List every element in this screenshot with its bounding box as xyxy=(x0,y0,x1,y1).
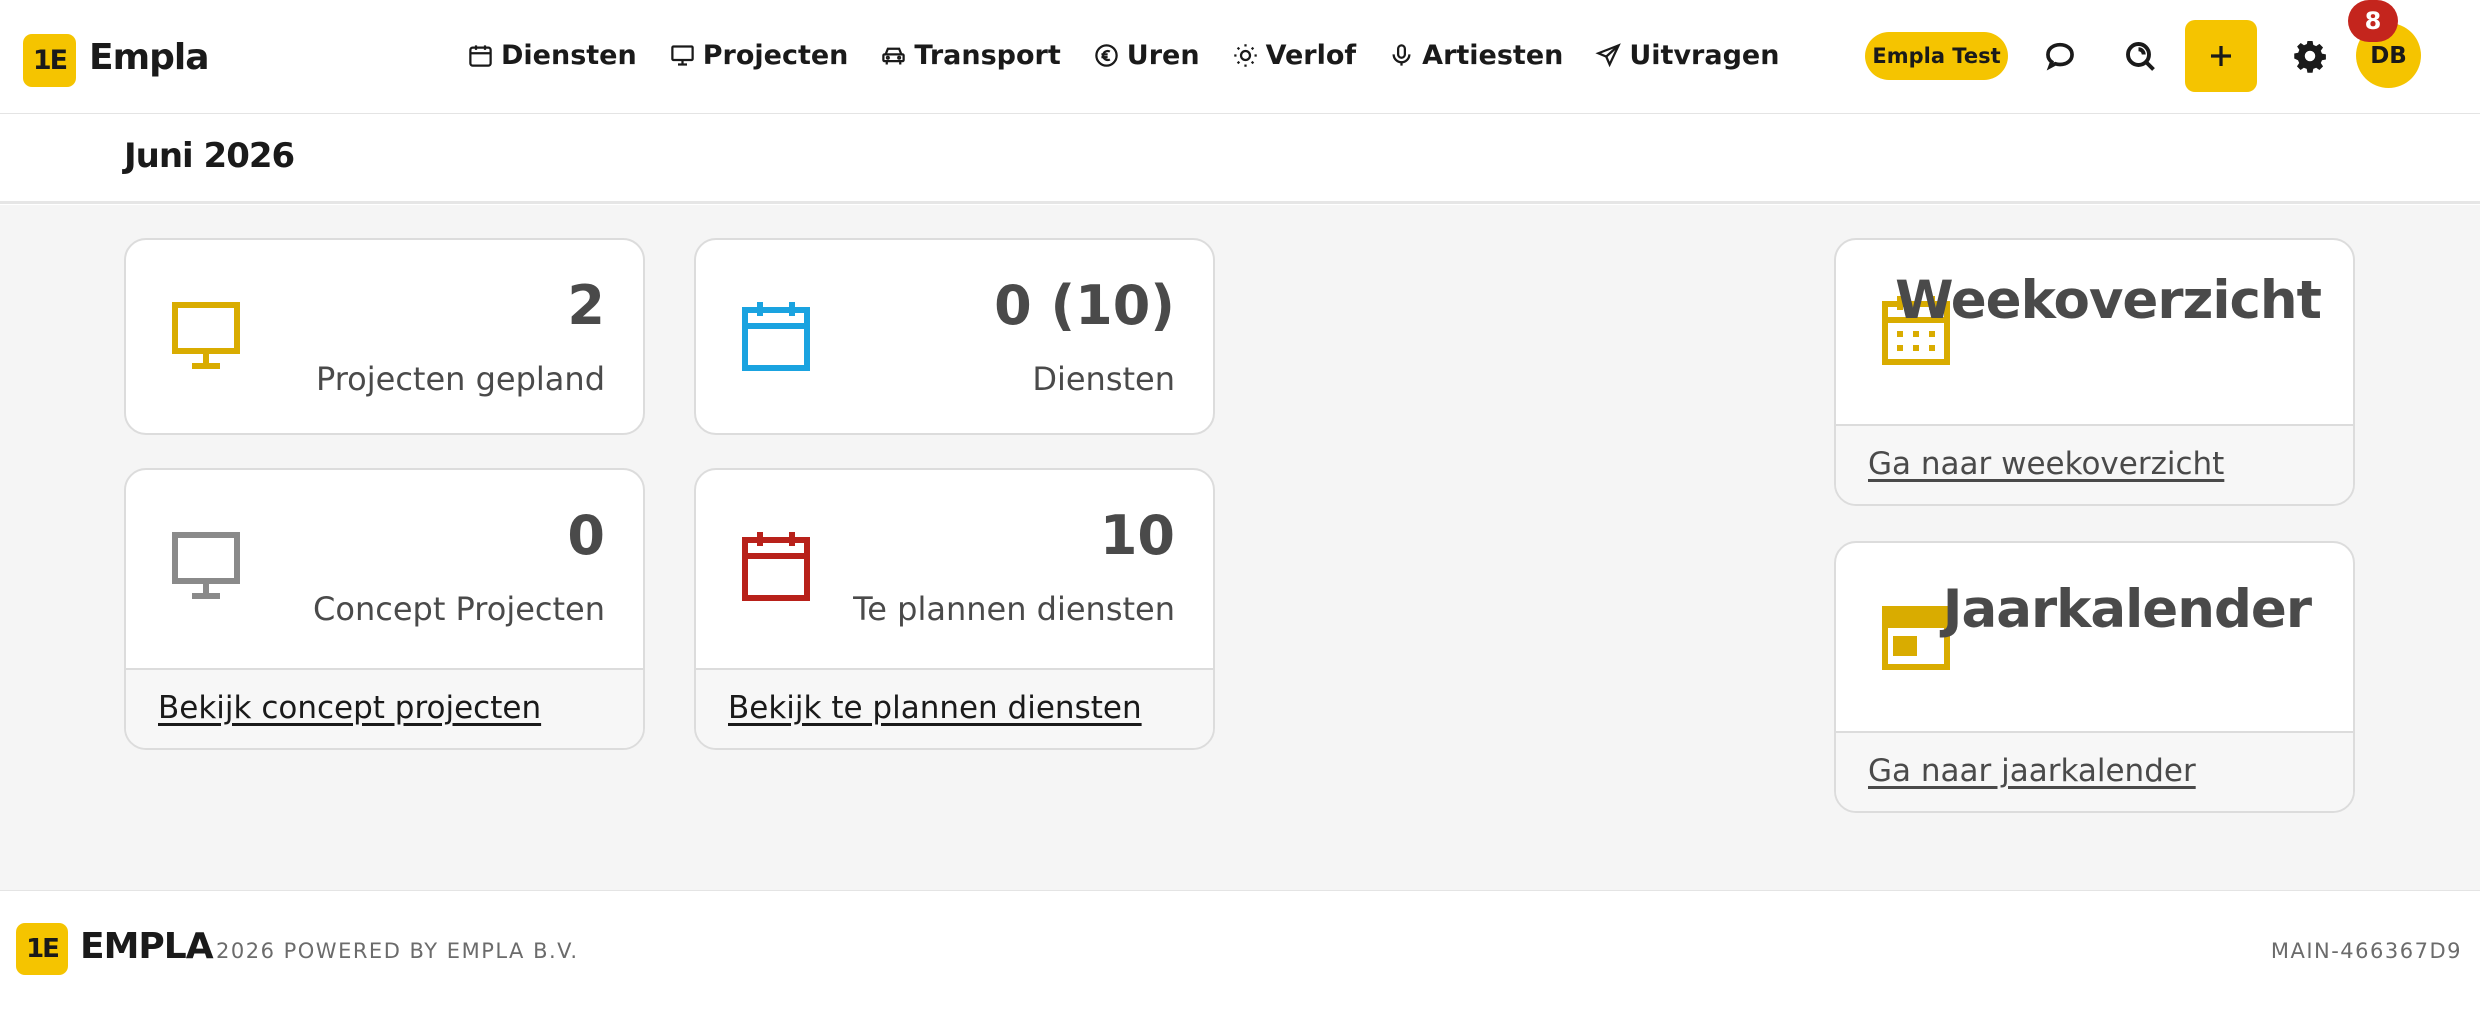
euro-icon xyxy=(1095,43,1118,67)
card-label: Diensten xyxy=(1032,360,1175,398)
card-label: Projecten gepland xyxy=(315,360,605,398)
card-concept-projects: 0 Concept Projecten Bekijk concept proje… xyxy=(124,468,645,750)
card-value: 0 xyxy=(567,504,605,567)
calendar-icon xyxy=(740,530,812,602)
brand-name[interactable]: Empla xyxy=(89,37,210,78)
chat-icon xyxy=(2046,42,2074,71)
car-icon xyxy=(882,47,906,64)
nav-label: Verlof xyxy=(1265,39,1357,71)
powered-by-text: 2026 POWERED BY EMPLA B.V. xyxy=(216,939,579,963)
sun-icon xyxy=(1233,43,1257,67)
card-value: 0 (10) xyxy=(994,274,1175,337)
settings-button[interactable] xyxy=(2287,33,2333,79)
go-to-week-overview-link[interactable]: Ga naar weekoverzicht xyxy=(1868,446,2224,482)
nav-item-artiesten[interactable]: Artiesten xyxy=(1388,40,1563,71)
nav-item-uitvragen[interactable]: Uitvragen xyxy=(1595,40,1779,71)
site-footer: 1E EMPLA 2026 POWERED BY EMPLA B.V. MAIN… xyxy=(0,890,2480,1023)
environment-badge[interactable]: Empla Test xyxy=(1865,32,2008,80)
dashboard: 2 Projecten gepland 0 (10) Diensten 0 Co… xyxy=(0,205,2480,890)
empla-logo[interactable]: 1E xyxy=(23,34,76,87)
nav-item-projecten[interactable]: Projecten xyxy=(669,39,849,71)
nav-item-diensten[interactable]: Diensten xyxy=(467,40,637,71)
card-body: Jaarkalender xyxy=(1836,543,2353,726)
card-year-calendar: Jaarkalender Ga naar jaarkalender xyxy=(1834,541,2355,813)
card-body: 0 Concept Projecten xyxy=(126,470,643,664)
card-body: 10 Te plannen diensten xyxy=(696,470,1213,664)
page-title: Juni 2026 xyxy=(124,136,295,176)
plus-icon xyxy=(2211,46,2231,66)
card-footer: Ga naar weekoverzicht xyxy=(1836,424,2353,504)
nav-item-uren[interactable]: Uren xyxy=(1093,40,1200,71)
search-icon xyxy=(2126,42,2155,71)
card-body: 0 (10) Diensten xyxy=(696,240,1213,433)
gear-icon xyxy=(2294,41,2326,73)
card-body: Weekoverzicht xyxy=(1836,240,2353,423)
version-label: MAIN-466367D9 xyxy=(2270,939,2462,963)
card-title: Jaarkalender xyxy=(1942,579,2312,640)
nav-label: Uren xyxy=(1126,39,1200,71)
card-services[interactable]: 0 (10) Diensten xyxy=(694,238,1215,435)
card-label: Te plannen diensten xyxy=(853,590,1175,628)
nav-label: Projecten xyxy=(702,39,849,71)
notification-badge[interactable]: 8 xyxy=(2348,0,2398,42)
send-icon xyxy=(1595,42,1622,67)
card-body: 2 Projecten gepland xyxy=(126,240,643,433)
card-value: 10 xyxy=(1099,504,1175,567)
nav-item-verlof[interactable]: Verlof xyxy=(1232,39,1357,71)
top-navigation: 1E Empla Diensten Projecten Transport Ur… xyxy=(0,0,2480,114)
view-concept-projects-link[interactable]: Bekijk concept projecten xyxy=(158,690,541,726)
nav-item-transport[interactable]: Transport xyxy=(880,39,1061,71)
card-services-to-plan: 10 Te plannen diensten Bekijk te plannen… xyxy=(694,468,1215,750)
card-label: Concept Projecten xyxy=(313,590,605,628)
monitor-icon xyxy=(670,44,694,66)
search-button[interactable] xyxy=(2117,33,2163,79)
monitor-icon xyxy=(170,300,242,372)
card-title: Weekoverzicht xyxy=(1895,270,2322,331)
page-header: Juni 2026 xyxy=(0,114,2480,204)
nav-label: Diensten xyxy=(501,39,637,71)
monitor-icon xyxy=(170,530,242,602)
card-projects-planned[interactable]: 2 Projecten gepland xyxy=(124,238,645,435)
card-footer: Bekijk te plannen diensten xyxy=(696,668,1213,748)
card-value: 2 xyxy=(567,274,605,337)
nav-label: Uitvragen xyxy=(1629,39,1780,71)
main-nav: Diensten Projecten Transport Uren Verlof… xyxy=(467,34,1811,76)
go-to-year-calendar-link[interactable]: Ga naar jaarkalender xyxy=(1868,753,2196,789)
microphone-icon xyxy=(1392,43,1411,66)
calendar-year-icon xyxy=(1880,601,1952,673)
footer-brand: EMPLA xyxy=(80,926,214,967)
calendar-icon xyxy=(469,44,492,67)
add-button[interactable] xyxy=(2185,20,2257,92)
card-week-overview: Weekoverzicht Ga naar weekoverzicht xyxy=(1834,238,2355,506)
chat-button[interactable] xyxy=(2037,33,2083,79)
card-footer: Bekijk concept projecten xyxy=(126,668,643,748)
nav-label: Artiesten xyxy=(1422,39,1564,71)
view-services-to-plan-link[interactable]: Bekijk te plannen diensten xyxy=(728,690,1142,726)
card-footer: Ga naar jaarkalender xyxy=(1836,731,2353,811)
empla-logo: 1E xyxy=(16,923,68,975)
nav-label: Transport xyxy=(914,39,1061,71)
calendar-icon xyxy=(740,300,812,372)
